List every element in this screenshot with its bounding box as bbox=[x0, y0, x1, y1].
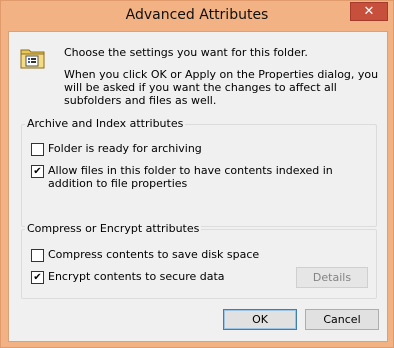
cancel-button[interactable]: Cancel bbox=[305, 309, 379, 330]
close-button[interactable]: ✕ bbox=[350, 2, 388, 21]
compress-checkbox[interactable] bbox=[31, 249, 44, 262]
dialog-title: Advanced Attributes bbox=[125, 7, 269, 23]
compress-label: Compress contents to save disk space bbox=[48, 248, 260, 261]
index-contents-option[interactable]: ✔ Allow files in this folder to have con… bbox=[31, 164, 361, 190]
encrypt-option[interactable]: ✔ Encrypt contents to secure data bbox=[31, 270, 225, 284]
compress-encrypt-group: Compress or Encrypt attributes Compress … bbox=[21, 222, 377, 299]
encrypt-label: Encrypt contents to secure data bbox=[48, 270, 225, 283]
folder-properties-icon bbox=[20, 46, 46, 70]
ok-button[interactable]: OK bbox=[223, 309, 297, 330]
archive-index-group: Archive and Index attributes Folder is r… bbox=[21, 117, 377, 227]
archive-ready-label: Folder is ready for archiving bbox=[48, 142, 202, 155]
title-bar[interactable]: Advanced Attributes ✕ bbox=[1, 1, 393, 31]
index-contents-label: Allow files in this folder to have conte… bbox=[48, 164, 333, 190]
encrypt-checkbox[interactable]: ✔ bbox=[31, 271, 44, 284]
compress-option[interactable]: Compress contents to save disk space bbox=[31, 248, 259, 262]
close-icon: ✕ bbox=[363, 4, 375, 19]
intro-text: Choose the settings you want for this fo… bbox=[64, 46, 308, 59]
archive-ready-checkbox[interactable] bbox=[31, 143, 44, 156]
archive-index-group-title: Archive and Index attributes bbox=[25, 117, 186, 130]
index-contents-checkbox[interactable]: ✔ bbox=[31, 165, 44, 178]
archive-ready-option[interactable]: Folder is ready for archiving bbox=[31, 142, 202, 156]
intro-note: When you click OK or Apply on the Proper… bbox=[64, 68, 379, 107]
advanced-attributes-dialog: Advanced Attributes ✕ Choose the setting… bbox=[0, 0, 394, 348]
details-button[interactable]: Details bbox=[296, 267, 368, 288]
compress-encrypt-group-title: Compress or Encrypt attributes bbox=[25, 222, 202, 235]
dialog-body: Choose the settings you want for this fo… bbox=[8, 31, 388, 342]
